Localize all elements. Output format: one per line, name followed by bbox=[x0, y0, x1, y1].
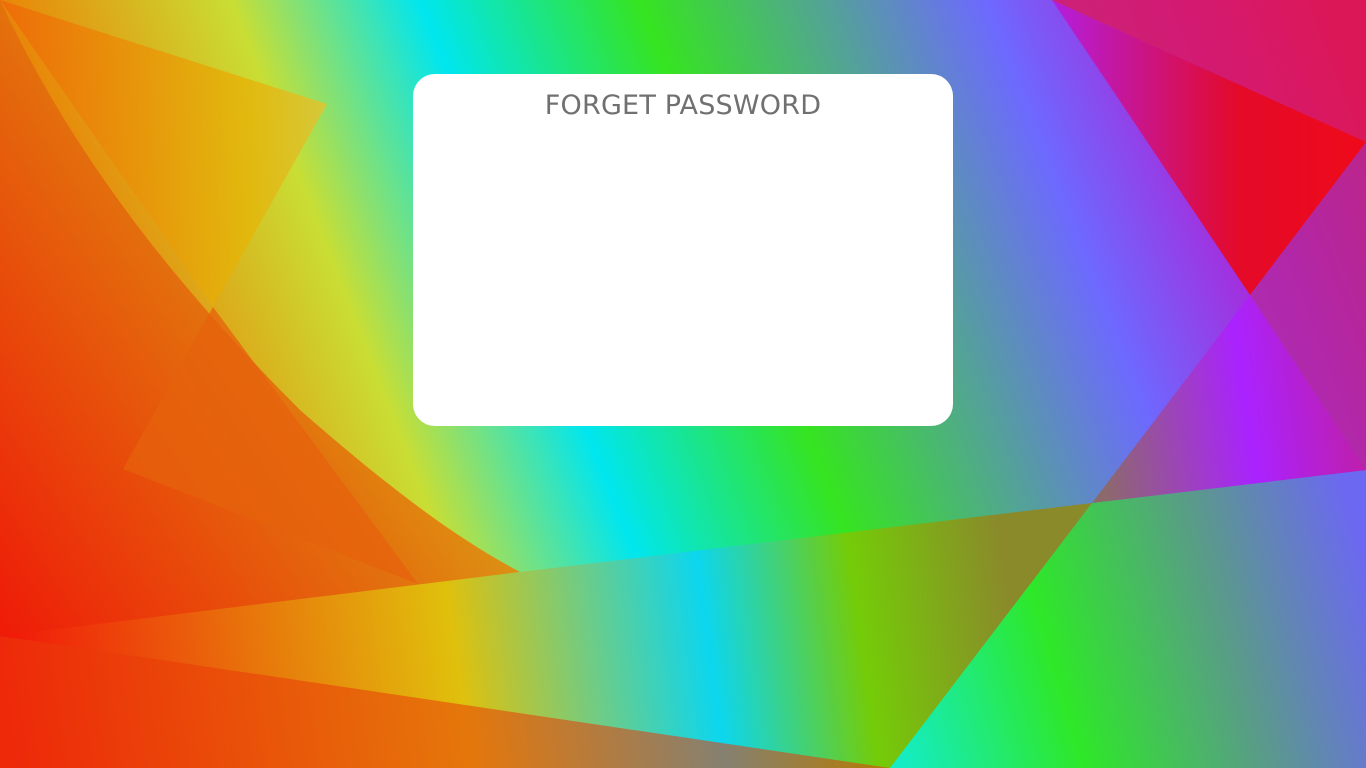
page-title: FORGET PASSWORD bbox=[544, 90, 822, 121]
forget-password-card: FORGET PASSWORD bbox=[413, 74, 953, 426]
